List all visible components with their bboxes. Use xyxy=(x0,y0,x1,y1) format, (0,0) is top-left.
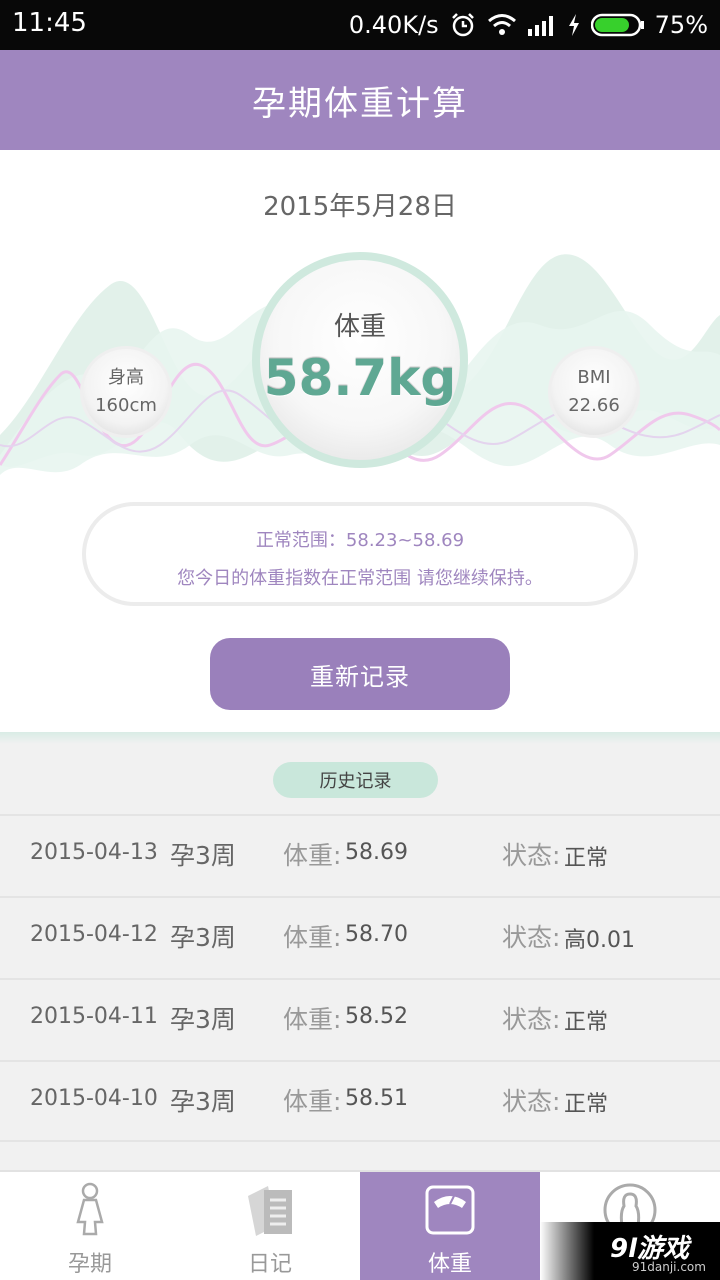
scale-icon xyxy=(422,1182,478,1238)
tab-weight[interactable]: 体重 xyxy=(360,1172,540,1280)
re-record-button[interactable]: 重新记录 xyxy=(210,638,510,710)
diary-icon xyxy=(242,1182,298,1238)
wifi-icon xyxy=(487,13,517,37)
history-week: 孕3周 xyxy=(170,1005,236,1034)
watermark-logo: 9l游戏 91danji.com xyxy=(540,1222,720,1280)
tab-label: 体重 xyxy=(427,1252,472,1277)
history-date: 2015-04-10 xyxy=(30,1086,158,1111)
history-date: 2015-04-11 xyxy=(30,1004,158,1029)
history-weight-label: 体重: xyxy=(283,1005,342,1034)
history-status-label: 状态: xyxy=(502,1005,561,1034)
history-week: 孕3周 xyxy=(170,841,236,870)
history-list: 2015-04-13 孕3周 体重: 58.69 状态: 正常 2015-04-… xyxy=(0,814,720,1142)
history-weight-label: 体重: xyxy=(283,1087,342,1116)
history-weight-label: 体重: xyxy=(283,923,342,952)
history-title: 历史记录 xyxy=(273,762,438,798)
history-row[interactable]: 2015-04-12 孕3周 体重: 58.70 状态: 高0.01 xyxy=(0,896,720,978)
tab-diary[interactable]: 日记 xyxy=(180,1172,360,1280)
weight-value: 58.7kg xyxy=(263,348,457,407)
weight-summary-card: 2015年5月28日 体重 58.7kg 身高 160cm BMI 22.66 … xyxy=(0,150,720,732)
bmi-value: 22.66 xyxy=(568,395,620,416)
history-status-label: 状态: xyxy=(502,841,561,870)
history-row[interactable]: 2015-04-10 孕3周 体重: 58.51 状态: 正常 xyxy=(0,1060,720,1142)
signal-icon xyxy=(527,13,557,37)
height-circle: 身高 160cm xyxy=(80,346,172,438)
weight-circle: 体重 58.7kg xyxy=(252,252,468,468)
normal-range-text: 正常范围：58.23~58.69 xyxy=(255,530,465,551)
history-row[interactable]: 2015-04-11 孕3周 体重: 58.52 状态: 正常 xyxy=(0,978,720,1060)
tab-label: 孕期 xyxy=(67,1252,112,1277)
bmi-circle: BMI 22.66 xyxy=(548,346,640,438)
history-weight: 58.69 xyxy=(345,840,408,865)
history-status: 正常 xyxy=(564,1010,609,1035)
history-week: 孕3周 xyxy=(170,1087,236,1116)
history-weight: 58.70 xyxy=(345,922,408,947)
history-status: 高0.01 xyxy=(564,928,635,953)
normal-range-box: 正常范围：58.23~58.69 您今日的体重指数在正常范围 请您继续保持。 xyxy=(82,502,638,606)
charging-icon xyxy=(567,13,581,37)
history-date: 2015-04-12 xyxy=(30,922,158,947)
history-date: 2015-04-13 xyxy=(30,840,158,865)
network-speed: 0.40K/s xyxy=(348,11,439,39)
height-value: 160cm xyxy=(95,395,157,416)
current-date: 2015年5月28日 xyxy=(263,192,457,222)
battery-percent: 75% xyxy=(654,11,708,39)
history-status-label: 状态: xyxy=(502,1087,561,1116)
history-weight: 58.52 xyxy=(345,1004,408,1029)
alarm-icon xyxy=(449,11,477,39)
history-weight-label: 体重: xyxy=(283,841,342,870)
watermark-url: 91danji.com xyxy=(632,1260,706,1274)
normal-range-message: 您今日的体重指数在正常范围 请您继续保持。 xyxy=(177,568,543,589)
status-time: 11:45 xyxy=(12,8,87,38)
tab-label: 日记 xyxy=(247,1252,292,1277)
history-row[interactable]: 2015-04-13 孕3周 体重: 58.69 状态: 正常 xyxy=(0,814,720,896)
pregnant-woman-icon xyxy=(62,1182,118,1238)
height-label: 身高 xyxy=(108,367,144,388)
tab-pregnancy[interactable]: 孕期 xyxy=(0,1172,180,1280)
card-divider xyxy=(0,732,720,744)
history-week: 孕3周 xyxy=(170,923,236,952)
battery-icon xyxy=(590,13,645,37)
status-bar: 11:45 0.40K/s 75% xyxy=(0,0,720,50)
app-header: 孕期体重计算 xyxy=(0,50,720,150)
history-status-label: 状态: xyxy=(502,923,561,952)
status-right: 0.40K/s 75% xyxy=(349,8,708,42)
page-title: 孕期体重计算 xyxy=(252,83,468,124)
history-status: 正常 xyxy=(564,846,609,871)
weight-label: 体重 xyxy=(333,311,386,342)
bmi-label: BMI xyxy=(577,367,611,388)
history-status: 正常 xyxy=(564,1092,609,1117)
history-weight: 58.51 xyxy=(345,1086,408,1111)
